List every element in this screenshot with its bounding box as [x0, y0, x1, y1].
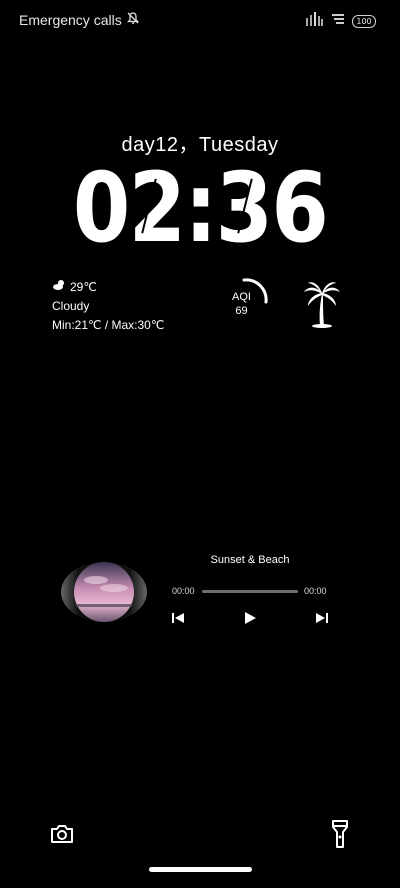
flashlight-icon	[332, 820, 348, 848]
next-track-button[interactable]	[314, 610, 330, 626]
status-bar-left: Emergency calls	[19, 11, 140, 28]
total-time: 00:00	[304, 586, 327, 596]
play-button[interactable]	[242, 610, 258, 626]
aqi-value: 69	[235, 305, 248, 317]
weather-temperature: 29℃	[70, 280, 97, 294]
status-bar-right: 100	[306, 12, 376, 31]
progress-bar[interactable]	[202, 590, 298, 593]
aqi-widget[interactable]: AQI 69	[226, 278, 270, 322]
battery-icon: 100	[352, 15, 376, 28]
mute-icon	[126, 11, 140, 28]
elapsed-time: 00:00	[172, 586, 195, 596]
clock-time: 02:36	[72, 152, 329, 264]
palm-tree-icon	[302, 280, 342, 328]
track-title: Sunset & Beach	[210, 554, 290, 566]
cloudy-icon	[52, 278, 66, 297]
play-icon	[245, 612, 256, 624]
album-art[interactable]	[60, 560, 148, 624]
home-indicator[interactable]	[149, 867, 252, 872]
skip-next-icon	[316, 613, 328, 623]
wifi-icon	[330, 12, 346, 31]
camera-shortcut[interactable]	[50, 824, 74, 844]
aqi-label: AQI	[232, 291, 251, 303]
signal-icon	[306, 12, 324, 31]
previous-track-button[interactable]	[170, 610, 186, 626]
weather-widget[interactable]: 29℃ Cloudy Min:21℃ / Max:30℃	[52, 278, 164, 335]
emergency-calls-text: Emergency calls	[19, 11, 122, 28]
weather-condition: Cloudy	[52, 299, 90, 313]
weather-range: Min:21℃ / Max:30℃	[52, 318, 165, 332]
camera-icon	[51, 825, 73, 843]
skip-previous-icon	[172, 613, 184, 623]
flashlight-shortcut[interactable]	[332, 820, 348, 848]
